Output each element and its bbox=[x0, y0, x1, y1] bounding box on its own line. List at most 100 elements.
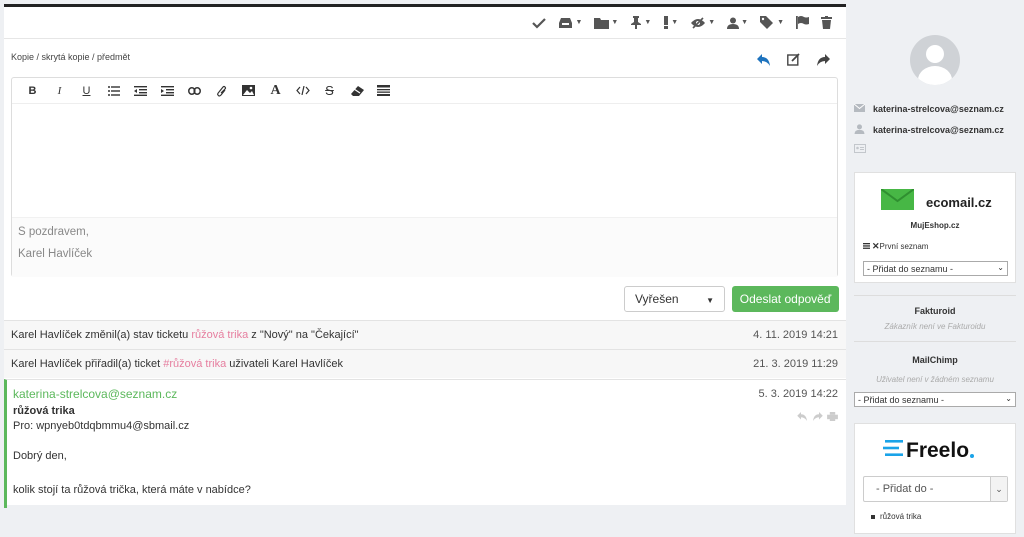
mailchimp-title: MailChimp bbox=[912, 355, 958, 365]
divider bbox=[854, 295, 1016, 296]
ecomail-logo: ecomail.cz bbox=[880, 188, 992, 215]
ecomail-logo-text: ecomail.cz bbox=[926, 194, 992, 210]
italic-button[interactable]: I bbox=[46, 80, 73, 102]
priority-dropdown[interactable]: ▼ bbox=[663, 16, 678, 29]
code-button[interactable] bbox=[289, 80, 316, 102]
freelo-add-select[interactable]: - Přidat do - ⌄ bbox=[863, 476, 1008, 502]
freelo-logo: Freelo bbox=[883, 438, 975, 463]
contact-name: katerina-strelcova@seznam.cz bbox=[873, 125, 1004, 135]
chevron-down-icon: ⌄ bbox=[997, 263, 1004, 272]
delete-button[interactable] bbox=[821, 16, 832, 29]
contact-email-row: katerina-strelcova@seznam.cz bbox=[853, 103, 1004, 114]
message: katerina-strelcova@seznam.cz 5. 3. 2019 … bbox=[4, 379, 846, 508]
remove-list-icon[interactable]: ✕ bbox=[872, 241, 880, 252]
freelo-logo-dot bbox=[970, 453, 975, 458]
mailchimp-select-value: - Přidat do seznamu - bbox=[858, 394, 945, 405]
check-icon bbox=[532, 17, 547, 29]
assign-user-dropdown[interactable]: ▼ bbox=[727, 17, 748, 29]
history-date: 21. 3. 2019 11:29 bbox=[753, 358, 838, 370]
priority-icon bbox=[663, 16, 669, 29]
contact-id-row bbox=[854, 144, 874, 155]
bold-button[interactable]: B bbox=[19, 80, 46, 102]
outdent-button[interactable] bbox=[127, 80, 154, 102]
mark-done-button[interactable] bbox=[532, 17, 547, 29]
bullet-list-button[interactable] bbox=[100, 80, 127, 102]
envelope-icon bbox=[853, 103, 873, 114]
ecomail-panel: ecomail.cz MujEshop.cz ✕ První seznam - … bbox=[854, 172, 1016, 283]
freelo-task-name[interactable]: růžová trika bbox=[880, 512, 921, 521]
cc-bcc-subject-link[interactable]: Kopie / skrytá kopie / předmět bbox=[11, 52, 130, 62]
formatting-toolbar: B I U A S bbox=[12, 78, 837, 104]
chevron-down-icon: ▼ bbox=[708, 19, 716, 26]
freelo-logo-icon bbox=[883, 438, 903, 463]
pin-dropdown[interactable]: ▼ bbox=[630, 16, 651, 29]
mailchimp-list-select[interactable]: - Přidat do seznamu - ⌄ bbox=[854, 392, 1016, 407]
link-button[interactable] bbox=[181, 80, 208, 102]
history-date: 4. 11. 2019 14:21 bbox=[753, 329, 838, 341]
freelo-logo-text: Freelo bbox=[906, 438, 970, 462]
history-text: z "Nový" na "Čekající" bbox=[248, 329, 359, 341]
inbox-dropdown[interactable]: ▼ bbox=[558, 17, 582, 29]
ticket-panel: ▼ ▼ ▼ ▼ ▼ ▼ ▼ Kopie / skrytá kopie / pře… bbox=[4, 4, 846, 508]
trash-icon bbox=[821, 16, 832, 29]
bullet-icon bbox=[871, 514, 875, 519]
ecomail-select-value: - Přidat do seznamu - bbox=[867, 263, 954, 274]
ecomail-envelope-icon bbox=[880, 188, 915, 215]
chevron-down-icon: ▼ bbox=[706, 296, 714, 305]
message-sender[interactable]: katerina-strelcova@seznam.cz bbox=[13, 387, 177, 401]
send-reply-button[interactable]: Odeslat odpověď bbox=[732, 286, 839, 312]
ticket-link[interactable]: růžová trika bbox=[191, 329, 248, 341]
freelo-select-value: - Přidat do - bbox=[876, 483, 934, 495]
flag-button[interactable] bbox=[796, 16, 809, 29]
user-icon bbox=[854, 124, 873, 136]
forward-icon[interactable] bbox=[816, 53, 830, 71]
image-button[interactable] bbox=[235, 80, 262, 102]
reply-icon[interactable] bbox=[797, 408, 808, 426]
visibility-icon bbox=[690, 16, 706, 29]
ticket-link[interactable]: #růžová trika bbox=[163, 358, 226, 370]
history-text: Karel Havlíček změnil(a) stav ticketu bbox=[11, 329, 192, 341]
eraser-button[interactable] bbox=[343, 80, 370, 102]
message-date: 5. 3. 2019 14:22 bbox=[758, 388, 838, 400]
id-card-icon bbox=[854, 144, 874, 155]
inbox-icon bbox=[558, 17, 573, 29]
forward-icon[interactable] bbox=[812, 408, 823, 426]
reply-icon[interactable] bbox=[757, 53, 771, 71]
message-recipient: Pro: wpnyeb0tdqbmmu4@sbmail.cz bbox=[13, 420, 190, 432]
message-body-line: kolik stojí ta růžová trička, která máte… bbox=[13, 484, 251, 496]
mailchimp-status: Uživatel není v žádném seznamu bbox=[876, 375, 994, 384]
status-select-value: Vyřešen bbox=[635, 292, 679, 306]
ecomail-list-select[interactable]: - Přidat do seznamu - ⌄ bbox=[863, 261, 1008, 276]
divider bbox=[854, 341, 1016, 342]
ticket-toolbar: ▼ ▼ ▼ ▼ ▼ ▼ ▼ bbox=[4, 7, 846, 39]
pin-icon bbox=[630, 16, 642, 29]
edit-icon[interactable] bbox=[787, 53, 800, 71]
signature-name: Karel Havlíček bbox=[18, 248, 93, 260]
underline-button[interactable]: U bbox=[73, 80, 100, 102]
contact-sidebar: katerina-strelcova@seznam.cz katerina-st… bbox=[846, 0, 1024, 537]
tags-dropdown[interactable]: ▼ bbox=[760, 16, 784, 29]
strikethrough-button[interactable]: S bbox=[316, 80, 343, 102]
folder-dropdown[interactable]: ▼ bbox=[594, 17, 618, 29]
visibility-dropdown[interactable]: ▼ bbox=[690, 16, 716, 29]
history-text: Karel Havlíček přiřadil(a) ticket bbox=[11, 358, 164, 370]
contact-email[interactable]: katerina-strelcova@seznam.cz bbox=[873, 104, 1004, 114]
signature-greeting: S pozdravem, bbox=[18, 226, 89, 238]
attachment-button[interactable] bbox=[208, 80, 235, 102]
fakturoid-status: Zákazník není ve Fakturoidu bbox=[884, 322, 986, 331]
fakturoid-title: Fakturoid bbox=[914, 306, 956, 316]
font-button[interactable]: A bbox=[262, 80, 289, 102]
signature: S pozdravem, Karel Havlíček bbox=[12, 217, 837, 277]
indent-button[interactable] bbox=[154, 80, 181, 102]
message-subject: růžová trika bbox=[13, 405, 75, 417]
ecomail-list-name: První seznam bbox=[879, 242, 929, 251]
template-button[interactable] bbox=[370, 80, 397, 102]
print-icon[interactable] bbox=[827, 408, 838, 426]
chevron-down-icon: ⌄ bbox=[990, 477, 1007, 501]
freelo-task-item: růžová trika bbox=[871, 512, 921, 521]
status-select[interactable]: Vyřešen ▼ bbox=[624, 286, 725, 312]
flag-icon bbox=[796, 16, 809, 29]
reply-editor[interactable]: B I U A S S pozdravem, Karel Havlíček bbox=[11, 77, 838, 277]
chevron-down-icon: ▼ bbox=[671, 19, 679, 26]
chevron-down-icon: ▼ bbox=[741, 19, 749, 26]
